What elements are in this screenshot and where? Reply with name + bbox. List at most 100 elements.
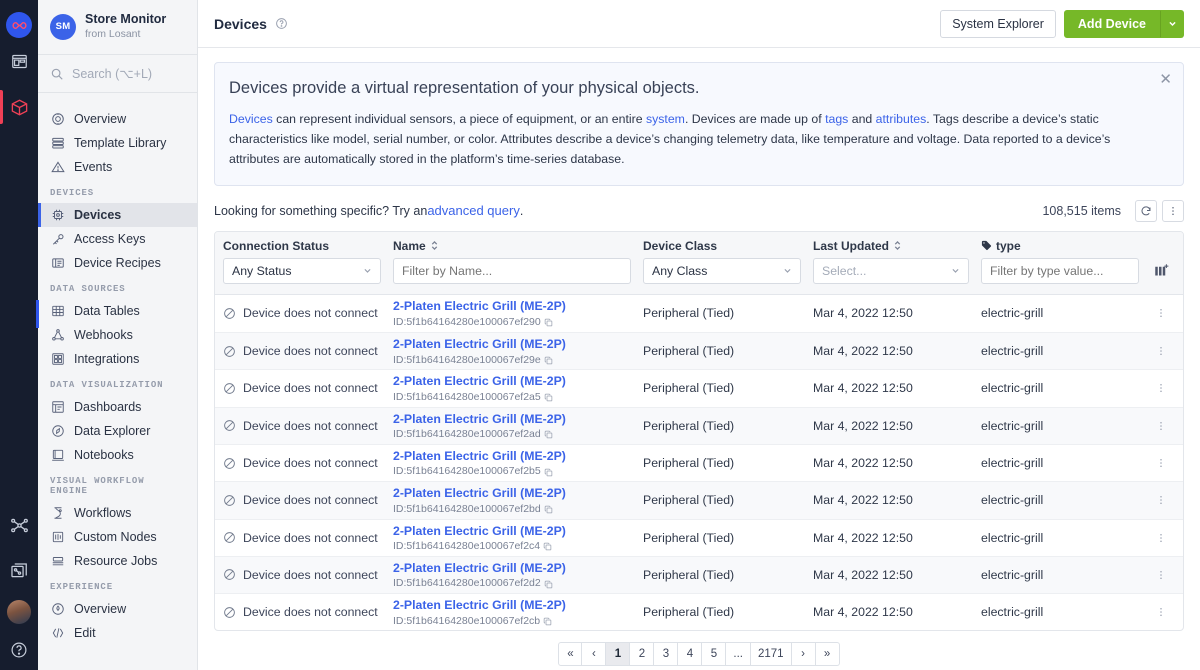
close-icon[interactable]: ✕	[1159, 72, 1172, 87]
row-actions-button[interactable]	[1147, 345, 1175, 357]
kebab-menu-icon[interactable]	[1162, 200, 1184, 222]
sidebar-item-dashboards[interactable]: Dashboards	[38, 395, 197, 419]
rail-item-dashboards[interactable]	[0, 548, 38, 594]
copy-icon[interactable]	[544, 580, 553, 589]
sort-icon[interactable]	[893, 240, 902, 251]
sidebar-item-devices[interactable]: Devices	[38, 203, 197, 227]
columns-config-button[interactable]	[1147, 263, 1175, 278]
pagination-page-«[interactable]: «	[558, 642, 582, 666]
rail-item-devices[interactable]	[0, 84, 38, 130]
kebab-menu-icon[interactable]	[1147, 345, 1175, 357]
sidebar-item-custom-nodes[interactable]: Custom Nodes	[38, 525, 197, 549]
column-header-last-updated[interactable]: Last Updated	[813, 239, 981, 253]
device-name-link[interactable]: 2-Platen Electric Grill (ME-2P)	[393, 337, 566, 351]
name-filter-input[interactable]	[393, 258, 631, 284]
status-select[interactable]: Any Status	[223, 258, 381, 284]
sidebar-item-workflows[interactable]: Workflows	[38, 501, 197, 525]
column-header-name[interactable]: Name	[393, 239, 643, 253]
row-actions-button[interactable]	[1147, 569, 1175, 581]
pagination-page-1[interactable]: 1	[606, 642, 630, 666]
kebab-menu-icon[interactable]	[1147, 494, 1175, 506]
losant-logo-icon[interactable]	[6, 12, 32, 38]
last-updated-select[interactable]: Select...	[813, 258, 969, 284]
user-avatar[interactable]	[7, 600, 31, 624]
sort-icon[interactable]	[430, 240, 439, 251]
device-name-link[interactable]: 2-Platen Electric Grill (ME-2P)	[393, 524, 566, 538]
type-filter-input[interactable]	[981, 258, 1139, 284]
copy-icon[interactable]	[544, 505, 553, 514]
copy-icon[interactable]	[544, 356, 553, 365]
sidebar-item-experience-edit[interactable]: Edit	[38, 621, 197, 645]
pagination-page-»[interactable]: »	[816, 642, 840, 666]
add-device-button[interactable]: Add Device	[1064, 10, 1160, 38]
device-name-link[interactable]: 2-Platen Electric Grill (ME-2P)	[393, 486, 566, 500]
table-row[interactable]: Device does not connect2-Platen Electric…	[215, 407, 1183, 444]
device-name-link[interactable]: 2-Platen Electric Grill (ME-2P)	[393, 561, 566, 575]
question-circle-icon[interactable]	[275, 17, 288, 30]
table-row[interactable]: Device does not connect2-Platen Electric…	[215, 295, 1183, 332]
banner-link-system[interactable]: system	[646, 112, 685, 126]
pagination-page-‹[interactable]: ‹	[582, 642, 606, 666]
row-actions-button[interactable]	[1147, 382, 1175, 394]
help-icon[interactable]	[0, 630, 38, 670]
sidebar-item-overview[interactable]: Overview	[38, 107, 197, 131]
rail-item-applications[interactable]	[0, 38, 38, 84]
copy-icon[interactable]	[544, 430, 553, 439]
sidebar-item-template-library[interactable]: Template Library	[38, 131, 197, 155]
system-explorer-button[interactable]: System Explorer	[940, 10, 1056, 38]
banner-link-devices[interactable]: Devices	[229, 112, 273, 126]
sidebar-item-data-explorer[interactable]: Data Explorer	[38, 419, 197, 443]
sidebar-item-notebooks[interactable]: Notebooks	[38, 443, 197, 467]
device-name-link[interactable]: 2-Platen Electric Grill (ME-2P)	[393, 412, 566, 426]
device-class-select[interactable]: Any Class	[643, 258, 801, 284]
sidebar-item-experience-overview[interactable]: Overview	[38, 597, 197, 621]
sidebar-item-resource-jobs[interactable]: Resource Jobs	[38, 549, 197, 573]
copy-icon[interactable]	[543, 617, 552, 626]
refresh-icon[interactable]	[1135, 200, 1157, 222]
row-actions-button[interactable]	[1147, 420, 1175, 432]
sidebar-item-integrations[interactable]: Integrations	[38, 347, 197, 371]
org-header[interactable]: SM Store Monitor from Losant	[38, 0, 197, 55]
row-actions-button[interactable]	[1147, 606, 1175, 618]
pagination-page-›[interactable]: ›	[792, 642, 816, 666]
sidebar-item-device-recipes[interactable]: Device Recipes	[38, 251, 197, 275]
kebab-menu-icon[interactable]	[1147, 420, 1175, 432]
pagination-page-4[interactable]: 4	[678, 642, 702, 666]
filter-connection-status[interactable]: Any Status	[223, 258, 393, 284]
device-name-link[interactable]: 2-Platen Electric Grill (ME-2P)	[393, 299, 566, 313]
banner-link-tags[interactable]: tags	[825, 112, 848, 126]
device-name-link[interactable]: 2-Platen Electric Grill (ME-2P)	[393, 598, 566, 612]
search-input[interactable]: Search (⌥+L)	[38, 55, 197, 93]
device-name-link[interactable]: 2-Platen Electric Grill (ME-2P)	[393, 449, 566, 463]
pagination-page-...[interactable]: ...	[726, 642, 751, 666]
sidebar-item-data-tables[interactable]: Data Tables	[38, 299, 197, 323]
table-row[interactable]: Device does not connect2-Platen Electric…	[215, 369, 1183, 406]
filter-name[interactable]	[393, 258, 643, 284]
table-row[interactable]: Device does not connect2-Platen Electric…	[215, 556, 1183, 593]
sidebar-item-access-keys[interactable]: Access Keys	[38, 227, 197, 251]
banner-link-attributes[interactable]: attributes	[876, 112, 927, 126]
pagination-page-3[interactable]: 3	[654, 642, 678, 666]
table-row[interactable]: Device does not connect2-Platen Electric…	[215, 444, 1183, 481]
filter-type[interactable]	[981, 258, 1147, 284]
copy-icon[interactable]	[544, 468, 553, 477]
table-row[interactable]: Device does not connect2-Platen Electric…	[215, 332, 1183, 369]
kebab-menu-icon[interactable]	[1147, 606, 1175, 618]
copy-icon[interactable]	[543, 542, 552, 551]
pagination-page-5[interactable]: 5	[702, 642, 726, 666]
kebab-menu-icon[interactable]	[1147, 382, 1175, 394]
sidebar-item-events[interactable]: Events	[38, 155, 197, 179]
sidebar-item-webhooks[interactable]: Webhooks	[38, 323, 197, 347]
rail-item-workflows[interactable]	[0, 502, 38, 548]
filter-last-updated[interactable]: Select...	[813, 258, 981, 284]
table-row[interactable]: Device does not connect2-Platen Electric…	[215, 481, 1183, 518]
kebab-menu-icon[interactable]	[1147, 307, 1175, 319]
row-actions-button[interactable]	[1147, 457, 1175, 469]
device-name-link[interactable]: 2-Platen Electric Grill (ME-2P)	[393, 374, 566, 388]
row-actions-button[interactable]	[1147, 494, 1175, 506]
kebab-menu-icon[interactable]	[1147, 457, 1175, 469]
advanced-query-link[interactable]: advanced query	[427, 203, 520, 218]
chevron-down-icon[interactable]	[1160, 10, 1184, 38]
pagination-page-2171[interactable]: 2171	[751, 642, 792, 666]
filter-device-class[interactable]: Any Class	[643, 258, 813, 284]
